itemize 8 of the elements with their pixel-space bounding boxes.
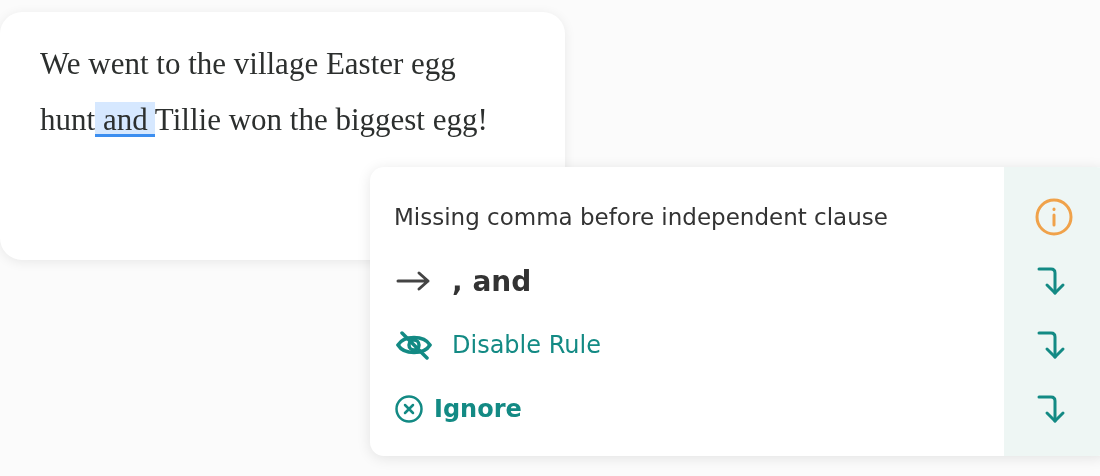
editor-text: We went to the village Easter egg hunt and Tillie won the biggest egg!	[40, 45, 489, 139]
close-circle-icon	[394, 394, 424, 424]
suggestion-button[interactable]: , and	[452, 264, 532, 298]
error-message: Missing comma before independent clause	[394, 204, 888, 230]
ignore-button[interactable]: Ignore	[434, 395, 522, 423]
disable-rule-button[interactable]: Disable Rule	[452, 331, 601, 359]
info-icon[interactable]	[1034, 197, 1074, 237]
eye-slash-icon	[394, 330, 434, 360]
